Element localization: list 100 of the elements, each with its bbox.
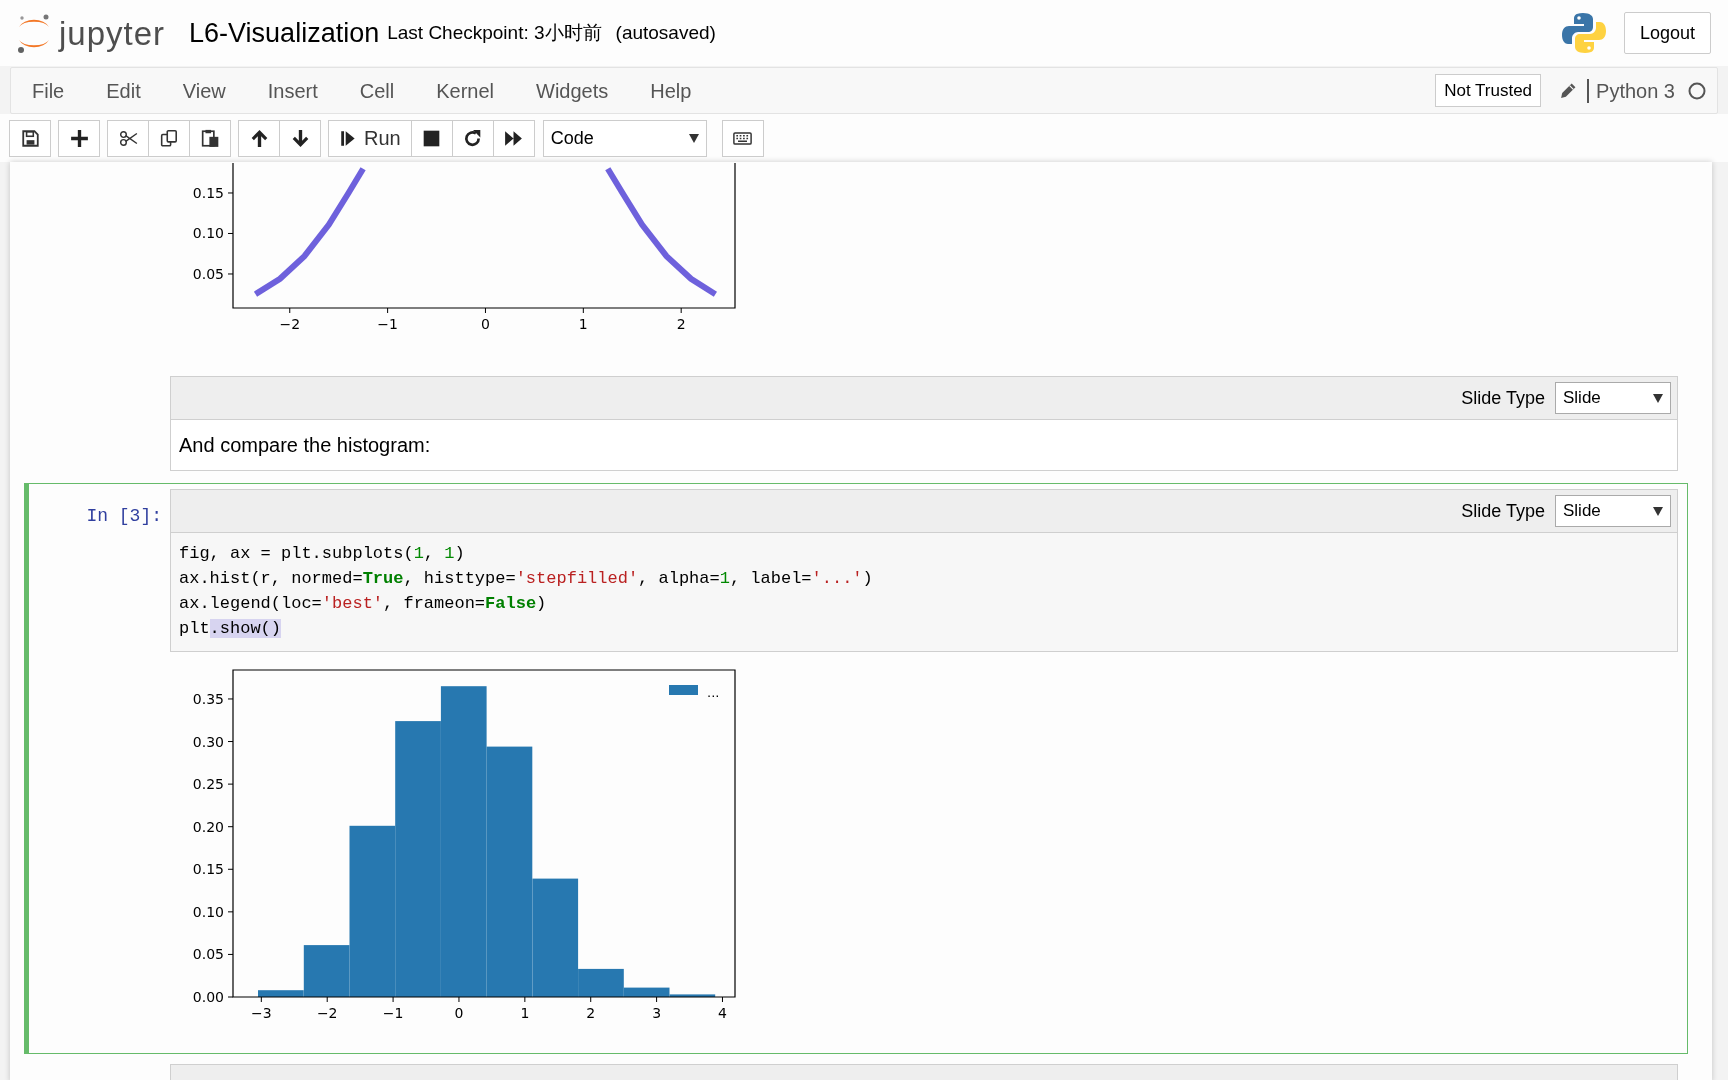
tick-mark (458, 996, 460, 1003)
tick-mark (722, 996, 723, 1003)
menu-item[interactable]: Kernel (415, 75, 515, 106)
tick-label: −2 (316, 1005, 338, 1021)
menu-item[interactable]: Widgets (515, 75, 630, 106)
copy-icon (159, 128, 179, 148)
interrupt-button[interactable] (410, 119, 453, 157)
tick-label: 2 (586, 1005, 596, 1021)
tick-label: 2 (676, 316, 686, 332)
tick-label: −1 (382, 1005, 404, 1021)
logout-button[interactable]: Logout (1623, 12, 1711, 54)
code-line: ax.legend(loc='best', frameon=False) (179, 593, 548, 615)
tick-mark (392, 996, 394, 1003)
tick-mark (227, 953, 234, 955)
tick-label: 0.25 (192, 776, 224, 793)
slide-type-dropdown[interactable]: Slide (1555, 382, 1671, 414)
cut-button[interactable] (107, 119, 149, 157)
tick-mark (227, 996, 234, 998)
tick-mark (227, 911, 234, 913)
input-prompt: In [3]: (86, 506, 162, 526)
tick-label: 0.10 (192, 903, 224, 920)
tick-label: 0.35 (192, 690, 224, 707)
tick-label: 0 (454, 1005, 464, 1021)
menu-item[interactable]: File (11, 75, 86, 106)
tick-mark (227, 826, 234, 828)
restart-icon (463, 128, 483, 148)
menu-item[interactable]: Help (629, 75, 713, 106)
restart-button[interactable] (451, 119, 494, 157)
menu-item[interactable]: Insert (246, 75, 339, 106)
run-all-button[interactable] (492, 119, 535, 157)
legend-label: ... (707, 685, 720, 700)
menu-item[interactable]: View (161, 75, 247, 106)
tick-mark (590, 996, 592, 1003)
stop-icon (422, 128, 442, 148)
command-palette-button[interactable] (721, 119, 764, 157)
save-icon (20, 128, 40, 148)
tick-label: 0.20 (192, 818, 224, 835)
paste-button[interactable] (189, 119, 231, 157)
slide-type-label: Slide Type (1461, 499, 1545, 523)
tick-mark (289, 307, 291, 314)
insert-cell-button[interactable] (58, 119, 100, 157)
menu-item[interactable]: Cell (338, 75, 416, 106)
tick-label: 0.05 (192, 946, 224, 963)
tick-mark (227, 192, 234, 194)
tick-mark (484, 307, 486, 314)
plus-icon (69, 128, 89, 148)
code-editor[interactable]: fig, ax = plt.subplots(1, 1) ax.hist(r, normed=True, histtype='stepfilled', alpha=1, label='...') ax.legend(loc='best', frameon=False) plt.show() (170, 533, 1678, 652)
tick-mark (227, 741, 234, 743)
tick-label: 0.15 (192, 861, 224, 878)
tick-label: 1 (578, 316, 588, 332)
notebook-cell[interactable] (24, 483, 1688, 1054)
tick-mark (227, 868, 234, 870)
python-logo-icon (1561, 11, 1606, 55)
slide-type-dropdown[interactable]: Slide (1555, 495, 1671, 527)
step-forward-icon (339, 128, 358, 148)
tick-mark (227, 783, 234, 785)
markdown-text: And compare the histogram: (170, 420, 1678, 471)
move-down-button[interactable] (279, 119, 321, 157)
caret-icon (688, 133, 699, 143)
tick-label: 0.00 (192, 989, 224, 1005)
tick-label: 0 (481, 316, 490, 332)
cell-type-dropdown[interactable]: Code (542, 119, 707, 157)
tick-mark (656, 996, 658, 1003)
tick-mark (524, 996, 526, 1003)
trust-button[interactable]: Not Trusted (1435, 73, 1542, 108)
tick-label: −3 (251, 1005, 272, 1021)
code-line: fig, ax = plt.subplots(1, 1) (179, 543, 466, 565)
logo-text[interactable]: jupyter (59, 16, 166, 50)
tick-mark (680, 307, 682, 314)
tick-label: 0.15 (192, 184, 224, 201)
save-button[interactable] (9, 119, 51, 157)
tick-label: 0.30 (192, 733, 224, 750)
tick-label: −1 (377, 316, 398, 332)
tick-label: 0.10 (192, 225, 224, 242)
tick-label: 4 (718, 1005, 727, 1021)
tick-label: −2 (279, 316, 301, 332)
kernel-name[interactable]: Python 3 (1587, 78, 1675, 103)
checkpoint-status: Last Checkpoint: 3小时前 (387, 20, 602, 45)
pencil-icon[interactable] (1559, 81, 1578, 100)
autosave-status: (autosaved) (615, 20, 716, 45)
tick-mark (227, 232, 234, 234)
caret-icon (1653, 393, 1663, 403)
notebook-title[interactable]: L6-Visualization (189, 12, 380, 54)
tick-label: 3 (652, 1005, 662, 1021)
tick-mark (227, 273, 234, 275)
tick-mark (260, 996, 262, 1003)
caret-icon (1653, 506, 1663, 516)
menu-item[interactable]: Edit (85, 75, 162, 106)
copy-button[interactable] (148, 119, 190, 157)
code-line: ax.hist(r, normed=True, histtype='stepfilled', alpha=1, label='...') (179, 568, 874, 590)
clipboard-icon (200, 128, 220, 148)
arrow-up-icon (249, 128, 269, 148)
move-up-button[interactable] (238, 119, 280, 157)
notebook-cell[interactable]: Slide Type Slide And compare the histogram: (24, 370, 1688, 477)
slide-type-label: Slide Type (1461, 386, 1545, 410)
notebook-cell[interactable]: −2 −1 0 1 2 0.05 0.10 0.15 (24, 162, 1688, 370)
tick-mark (326, 996, 328, 1003)
arrow-down-icon (290, 128, 310, 148)
tick-mark (582, 307, 584, 314)
run-button[interactable]: Run (328, 119, 412, 157)
